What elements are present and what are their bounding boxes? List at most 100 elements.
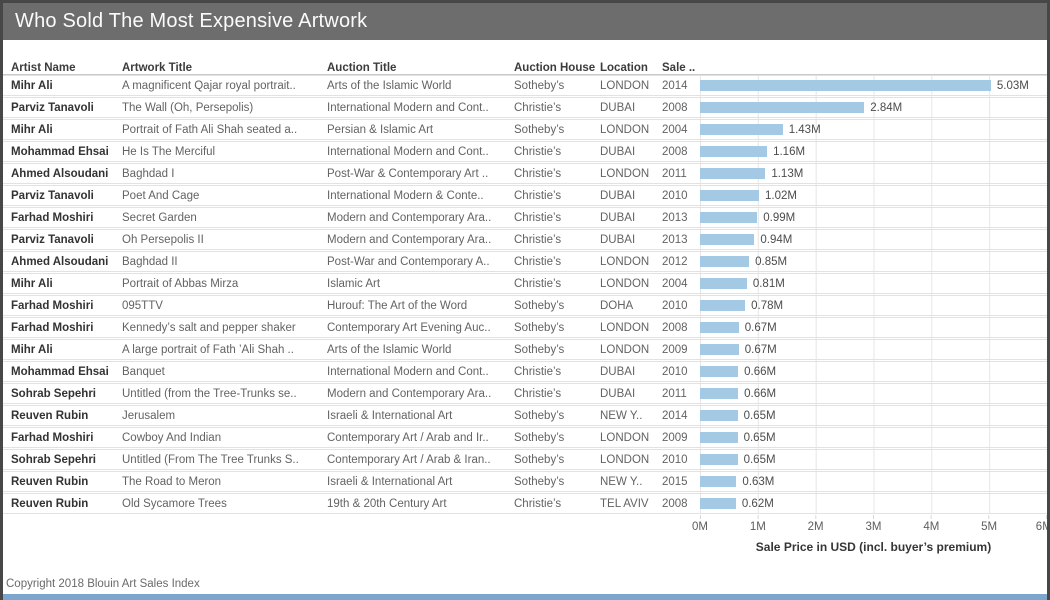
sale-price-bar[interactable] bbox=[700, 102, 864, 113]
table-row[interactable]: Mihr Ali Portrait of Fath Ali Shah seate… bbox=[3, 119, 1047, 140]
location-cell: LONDON bbox=[600, 432, 662, 444]
sale-price-bar[interactable] bbox=[700, 234, 754, 245]
sale-price-bar[interactable] bbox=[700, 190, 759, 201]
auction-title-cell: International Modern and Cont.. bbox=[327, 102, 514, 114]
column-header-auction-house[interactable]: Auction House bbox=[514, 62, 600, 74]
table-row[interactable]: Mohammad Ehsai He Is The Merciful Intern… bbox=[3, 141, 1047, 162]
artist-name-cell: Reuven Rubin bbox=[3, 498, 122, 510]
column-header-auction-title[interactable]: Auction Title bbox=[327, 62, 514, 74]
location-cell: TEL AVIV bbox=[600, 498, 662, 510]
location-cell: LONDON bbox=[600, 124, 662, 136]
artwork-title-cell: Jerusalem bbox=[122, 410, 327, 422]
table-row[interactable]: Parviz Tanavoli Poet And Cage Internatio… bbox=[3, 185, 1047, 206]
artist-name-cell: Mihr Ali bbox=[3, 278, 122, 290]
sale-year-cell: 2009 bbox=[662, 432, 700, 444]
table-row[interactable]: Farhad Moshiri 095TTV Hurouf: The Art of… bbox=[3, 295, 1047, 316]
table-row[interactable]: Mihr Ali A magnificent Qajar royal portr… bbox=[3, 75, 1047, 96]
table-row[interactable]: Reuven Rubin Old Sycamore Trees 19th & 2… bbox=[3, 493, 1047, 514]
auction-house-cell: Sotheby’s bbox=[514, 410, 600, 422]
bar-value-label: 0.67M bbox=[745, 344, 777, 356]
table-row[interactable]: Mohammad Ehsai Banquet International Mod… bbox=[3, 361, 1047, 382]
bar-cell: 1.16M bbox=[700, 146, 1047, 158]
auction-title-cell: International Modern and Cont.. bbox=[327, 366, 514, 378]
table-row[interactable]: Farhad Moshiri Kennedy’s salt and pepper… bbox=[3, 317, 1047, 338]
sale-price-bar[interactable] bbox=[700, 80, 991, 91]
artist-name-cell: Farhad Moshiri bbox=[3, 212, 122, 224]
bar-cell: 1.13M bbox=[700, 168, 1047, 180]
bar-value-label: 1.16M bbox=[773, 146, 805, 158]
artwork-title-cell: Baghdad II bbox=[122, 256, 327, 268]
sale-price-bar[interactable] bbox=[700, 124, 783, 135]
artist-name-cell: Mohammad Ehsai bbox=[3, 366, 122, 378]
column-header-artist-name[interactable]: Artist Name bbox=[3, 62, 122, 74]
artwork-title-cell: He Is The Merciful bbox=[122, 146, 327, 158]
sale-price-bar[interactable] bbox=[700, 344, 739, 355]
artwork-title-cell: Oh Persepolis II bbox=[122, 234, 327, 246]
auction-title-cell: Islamic Art bbox=[327, 278, 514, 290]
column-header-artwork-title[interactable]: Artwork Title bbox=[122, 62, 327, 74]
auction-house-cell: Christie’s bbox=[514, 102, 600, 114]
location-cell: DUBAI bbox=[600, 190, 662, 202]
x-axis-tick-0M: 0M bbox=[692, 521, 708, 533]
bar-cell: 5.03M bbox=[700, 80, 1047, 92]
auction-house-cell: Christie’s bbox=[514, 190, 600, 202]
artist-name-cell: Farhad Moshiri bbox=[3, 300, 122, 312]
bar-cell: 0.67M bbox=[700, 322, 1047, 334]
sale-price-bar[interactable] bbox=[700, 300, 745, 311]
table-row[interactable]: Parviz Tanavoli The Wall (Oh, Persepolis… bbox=[3, 97, 1047, 118]
sale-year-cell: 2008 bbox=[662, 322, 700, 334]
table-row[interactable]: Mihr Ali A large portrait of Fath ’Ali S… bbox=[3, 339, 1047, 360]
sale-price-bar[interactable] bbox=[700, 498, 736, 509]
sale-year-cell: 2013 bbox=[662, 212, 700, 224]
artwork-title-cell: A large portrait of Fath ’Ali Shah .. bbox=[122, 344, 327, 356]
bar-cell: 0.78M bbox=[700, 300, 1047, 312]
table-rows: Mihr Ali A magnificent Qajar royal portr… bbox=[3, 75, 1047, 514]
sale-price-bar[interactable] bbox=[700, 388, 738, 399]
bar-value-label: 1.43M bbox=[789, 124, 821, 136]
artist-name-cell: Parviz Tanavoli bbox=[3, 190, 122, 202]
column-header-location[interactable]: Location bbox=[600, 62, 662, 74]
table-row[interactable]: Parviz Tanavoli Oh Persepolis II Modern … bbox=[3, 229, 1047, 250]
table-row[interactable]: Reuven Rubin Jerusalem Israeli & Interna… bbox=[3, 405, 1047, 426]
x-axis-tick-4M: 4M bbox=[923, 521, 939, 533]
location-cell: DUBAI bbox=[600, 234, 662, 246]
table-row[interactable]: Farhad Moshiri Cowboy And Indian Contemp… bbox=[3, 427, 1047, 448]
auction-house-cell: Sotheby’s bbox=[514, 124, 600, 136]
page-title: Who Sold The Most Expensive Artwork bbox=[15, 10, 367, 33]
artwork-title-cell: Cowboy And Indian bbox=[122, 432, 327, 444]
sale-price-bar[interactable] bbox=[700, 322, 739, 333]
sale-year-cell: 2011 bbox=[662, 168, 700, 180]
bar-value-label: 0.62M bbox=[742, 498, 774, 510]
artist-name-cell: Mohammad Ehsai bbox=[3, 146, 122, 158]
bar-cell: 0.81M bbox=[700, 278, 1047, 290]
sale-price-bar[interactable] bbox=[700, 256, 749, 267]
artist-name-cell: Reuven Rubin bbox=[3, 476, 122, 488]
location-cell: LONDON bbox=[600, 278, 662, 290]
sale-price-bar[interactable] bbox=[700, 168, 765, 179]
table-row[interactable]: Ahmed Alsoudani Baghdad I Post-War & Con… bbox=[3, 163, 1047, 184]
auction-title-cell: Modern and Contemporary Ara.. bbox=[327, 212, 514, 224]
location-cell: LONDON bbox=[600, 322, 662, 334]
sale-price-bar[interactable] bbox=[700, 366, 738, 377]
artist-name-cell: Mihr Ali bbox=[3, 124, 122, 136]
sale-price-bar[interactable] bbox=[700, 476, 736, 487]
table-body: Mihr Ali A magnificent Qajar royal portr… bbox=[3, 75, 1047, 514]
table-row[interactable]: Sohrab Sepehri Untitled (from the Tree-T… bbox=[3, 383, 1047, 404]
sale-price-bar[interactable] bbox=[700, 146, 767, 157]
table-row[interactable]: Ahmed Alsoudani Baghdad II Post-War and … bbox=[3, 251, 1047, 272]
table-row[interactable]: Reuven Rubin The Road to Meron Israeli &… bbox=[3, 471, 1047, 492]
table-row[interactable]: Mihr Ali Portrait of Abbas Mirza Islamic… bbox=[3, 273, 1047, 294]
sale-price-bar[interactable] bbox=[700, 212, 757, 223]
bar-cell: 0.62M bbox=[700, 498, 1047, 510]
auction-title-cell: Persian & Islamic Art bbox=[327, 124, 514, 136]
sale-price-bar[interactable] bbox=[700, 432, 738, 443]
sale-year-cell: 2004 bbox=[662, 278, 700, 290]
sale-price-bar[interactable] bbox=[700, 410, 738, 421]
artist-name-cell: Mihr Ali bbox=[3, 80, 122, 92]
table-row[interactable]: Sohrab Sepehri Untitled (From The Tree T… bbox=[3, 449, 1047, 470]
bar-value-label: 0.67M bbox=[745, 322, 777, 334]
sale-price-bar[interactable] bbox=[700, 454, 738, 465]
table-row[interactable]: Farhad Moshiri Secret Garden Modern and … bbox=[3, 207, 1047, 228]
sale-price-bar[interactable] bbox=[700, 278, 747, 289]
column-header-sale[interactable]: Sale .. bbox=[662, 62, 700, 74]
